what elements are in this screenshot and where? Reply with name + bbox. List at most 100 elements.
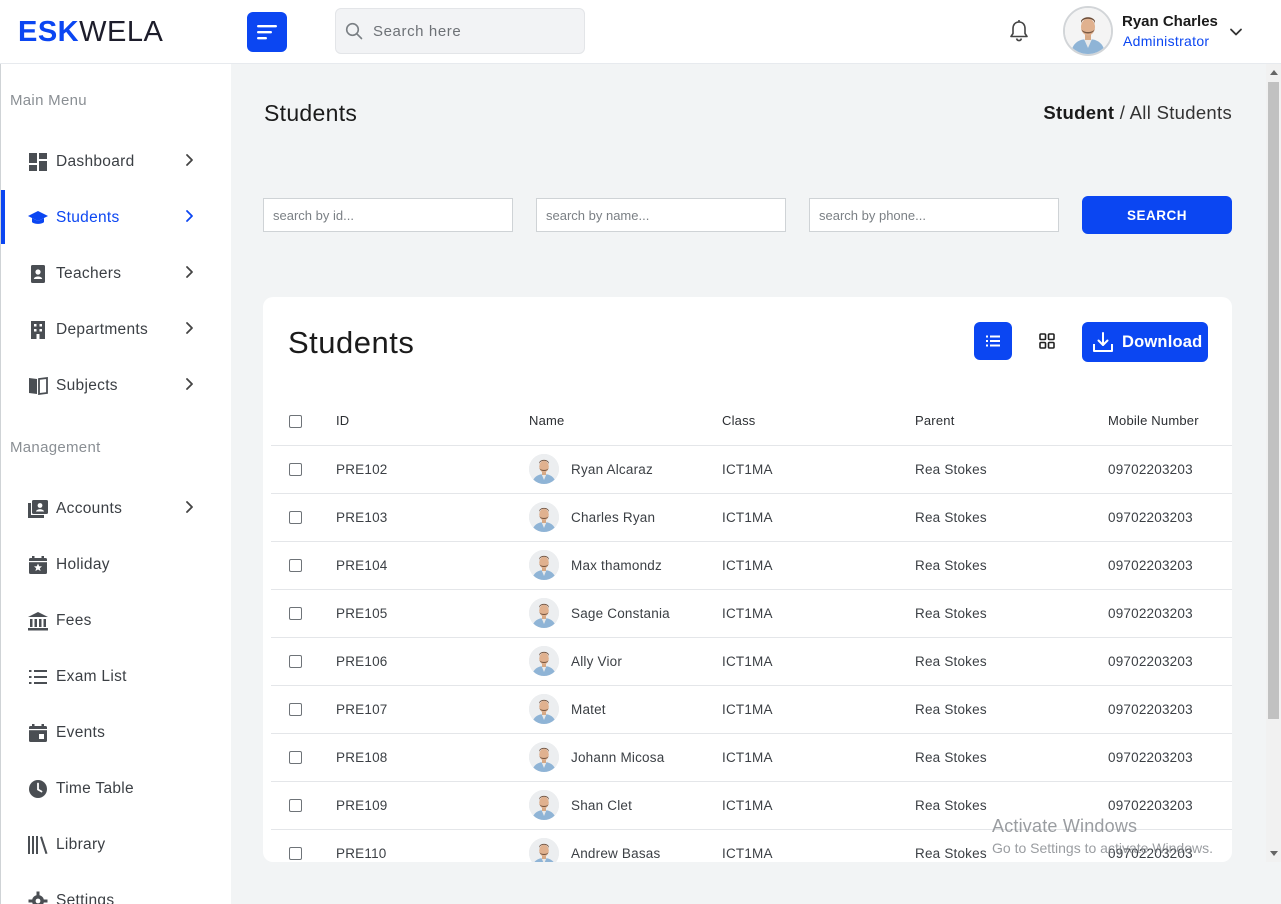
sidebar-item-departments[interactable]: Departments bbox=[1, 302, 232, 358]
scroll-up-arrow-icon[interactable] bbox=[1270, 70, 1278, 75]
cell-mobile: 09702203203 bbox=[1108, 685, 1232, 734]
row-checkbox[interactable] bbox=[289, 847, 302, 861]
chevron-down-icon[interactable] bbox=[1229, 24, 1243, 42]
cell-mobile: 09702203203 bbox=[1108, 541, 1232, 590]
sidebar-item-exam-list[interactable]: Exam List bbox=[1, 649, 232, 705]
student-name[interactable]: Max thamondz bbox=[571, 558, 662, 573]
row-checkbox[interactable] bbox=[289, 607, 302, 621]
download-button[interactable]: Download bbox=[1082, 322, 1208, 362]
table-row[interactable]: PRE103 Charles Ryan ICT1MA Rea Stokes 097022… bbox=[271, 493, 1232, 542]
top-search-input[interactable] bbox=[373, 22, 563, 40]
sidebar-item-dashboard[interactable]: Dashboard bbox=[1, 134, 232, 190]
table-row[interactable]: PRE106 Ally Vior ICT1MA Rea Stokes 097022032… bbox=[271, 637, 1232, 686]
student-avatar[interactable] bbox=[529, 550, 559, 580]
watermark-subtitle: Go to Settings to activate Windows. bbox=[992, 840, 1213, 856]
search-button[interactable]: SEARCH bbox=[1082, 196, 1232, 234]
list-view-button[interactable] bbox=[974, 322, 1012, 360]
row-checkbox[interactable] bbox=[289, 511, 302, 525]
table-row[interactable]: PRE104 Max thamondz ICT1MA Rea Stokes 097022… bbox=[271, 541, 1232, 590]
student-avatar[interactable] bbox=[529, 454, 559, 484]
sidebar-item-label: Dashboard bbox=[56, 153, 135, 170]
cell-name: Johann Micosa bbox=[529, 733, 722, 782]
sidebar-item-accounts[interactable]: Accounts bbox=[1, 481, 232, 537]
scrollbar-thumb[interactable] bbox=[1268, 82, 1279, 719]
notifications-bell-icon[interactable] bbox=[1008, 19, 1030, 48]
name-wrapper: Andrew Basas bbox=[529, 838, 722, 862]
table-row[interactable]: PRE108 Johann Micosa ICT1MA Rea Stokes 09702… bbox=[271, 733, 1232, 782]
list-icon bbox=[27, 666, 49, 688]
chevron-right-icon bbox=[184, 321, 194, 340]
student-avatar[interactable] bbox=[529, 694, 559, 724]
table-row[interactable]: PRE102 Ryan Alcaraz ICT1MA Rea Stokes 097022… bbox=[271, 445, 1232, 494]
sidebar-item-holiday[interactable]: Holiday bbox=[1, 537, 232, 593]
name-wrapper: Matet bbox=[529, 694, 722, 724]
cell-id: PRE103 bbox=[336, 493, 529, 542]
row-checkbox[interactable] bbox=[289, 799, 302, 813]
student-name[interactable]: Matet bbox=[571, 702, 606, 717]
row-select-cell bbox=[271, 637, 336, 686]
student-name[interactable]: Ally Vior bbox=[571, 654, 622, 669]
column-header-mobile[interactable]: Mobile Number bbox=[1108, 397, 1232, 446]
student-name[interactable]: Andrew Basas bbox=[571, 846, 660, 861]
sidebar-item-fees[interactable]: Fees bbox=[1, 593, 232, 649]
sidebar-item-time-table[interactable]: Time Table bbox=[1, 761, 232, 817]
row-select-cell bbox=[271, 589, 336, 638]
menu-toggle-button[interactable] bbox=[247, 12, 287, 52]
breadcrumb-current[interactable]: Student bbox=[1043, 102, 1114, 123]
cell-id: PRE110 bbox=[336, 829, 529, 862]
scroll-down-arrow-icon[interactable] bbox=[1270, 851, 1278, 856]
student-avatar[interactable] bbox=[529, 646, 559, 676]
sidebar: Main Menu Dashboard Students Teachers De… bbox=[0, 64, 231, 904]
table-row[interactable]: PRE107 Matet ICT1MA Rea Stokes 09702203203 bbox=[271, 685, 1232, 734]
student-avatar[interactable] bbox=[529, 790, 559, 820]
row-select-cell bbox=[271, 493, 336, 542]
sidebar-item-library[interactable]: Library bbox=[1, 817, 232, 873]
row-select-cell bbox=[271, 829, 336, 862]
section-label-management: Management bbox=[10, 439, 101, 456]
sidebar-item-subjects[interactable]: Subjects bbox=[1, 358, 232, 414]
search-by-id-input[interactable] bbox=[263, 198, 513, 232]
sidebar-item-label: Subjects bbox=[56, 377, 118, 394]
download-icon bbox=[1093, 332, 1113, 352]
select-all-checkbox[interactable] bbox=[289, 415, 302, 429]
student-name[interactable]: Shan Clet bbox=[571, 798, 632, 813]
row-checkbox[interactable] bbox=[289, 559, 302, 573]
students-card: Students Download ID Name Class Parent M… bbox=[263, 297, 1232, 862]
bank-icon bbox=[27, 610, 49, 632]
app-logo[interactable]: ESKWELA bbox=[18, 16, 163, 49]
row-checkbox[interactable] bbox=[289, 751, 302, 765]
student-avatar[interactable] bbox=[529, 742, 559, 772]
column-header-class[interactable]: Class bbox=[722, 397, 915, 446]
column-header-name[interactable]: Name bbox=[529, 397, 722, 446]
student-avatar[interactable] bbox=[529, 838, 559, 862]
student-name[interactable]: Johann Micosa bbox=[571, 750, 664, 765]
row-checkbox[interactable] bbox=[289, 703, 302, 717]
student-name[interactable]: Ryan Alcaraz bbox=[571, 462, 653, 477]
sidebar-item-events[interactable]: Events bbox=[1, 705, 232, 761]
sidebar-item-label: Holiday bbox=[56, 556, 110, 573]
column-header-parent[interactable]: Parent bbox=[915, 397, 1108, 446]
book-icon bbox=[27, 375, 49, 397]
column-header-id[interactable]: ID bbox=[336, 397, 529, 446]
accounts-icon bbox=[27, 498, 49, 520]
row-checkbox[interactable] bbox=[289, 463, 302, 477]
page-scrollbar[interactable] bbox=[1266, 64, 1281, 862]
student-name[interactable]: Charles Ryan bbox=[571, 510, 655, 525]
search-by-phone-input[interactable] bbox=[809, 198, 1059, 232]
student-name[interactable]: Sage Constania bbox=[571, 606, 670, 621]
sidebar-item-students[interactable]: Students bbox=[1, 190, 232, 246]
cell-mobile: 09702203203 bbox=[1108, 589, 1232, 638]
row-select-cell bbox=[271, 445, 336, 494]
table-row[interactable]: PRE105 Sage Constania ICT1MA Rea Stokes 0970… bbox=[271, 589, 1232, 638]
sidebar-item-teachers[interactable]: Teachers bbox=[1, 246, 232, 302]
sidebar-item-label: Settings bbox=[56, 892, 115, 904]
student-avatar[interactable] bbox=[529, 598, 559, 628]
sidebar-item-settings[interactable]: Settings bbox=[1, 873, 232, 904]
gear-icon bbox=[27, 890, 49, 904]
grid-view-button[interactable] bbox=[1028, 322, 1066, 360]
row-checkbox[interactable] bbox=[289, 655, 302, 669]
user-avatar[interactable] bbox=[1063, 6, 1113, 56]
student-avatar[interactable] bbox=[529, 502, 559, 532]
cell-name: Matet bbox=[529, 685, 722, 734]
search-by-name-input[interactable] bbox=[536, 198, 786, 232]
